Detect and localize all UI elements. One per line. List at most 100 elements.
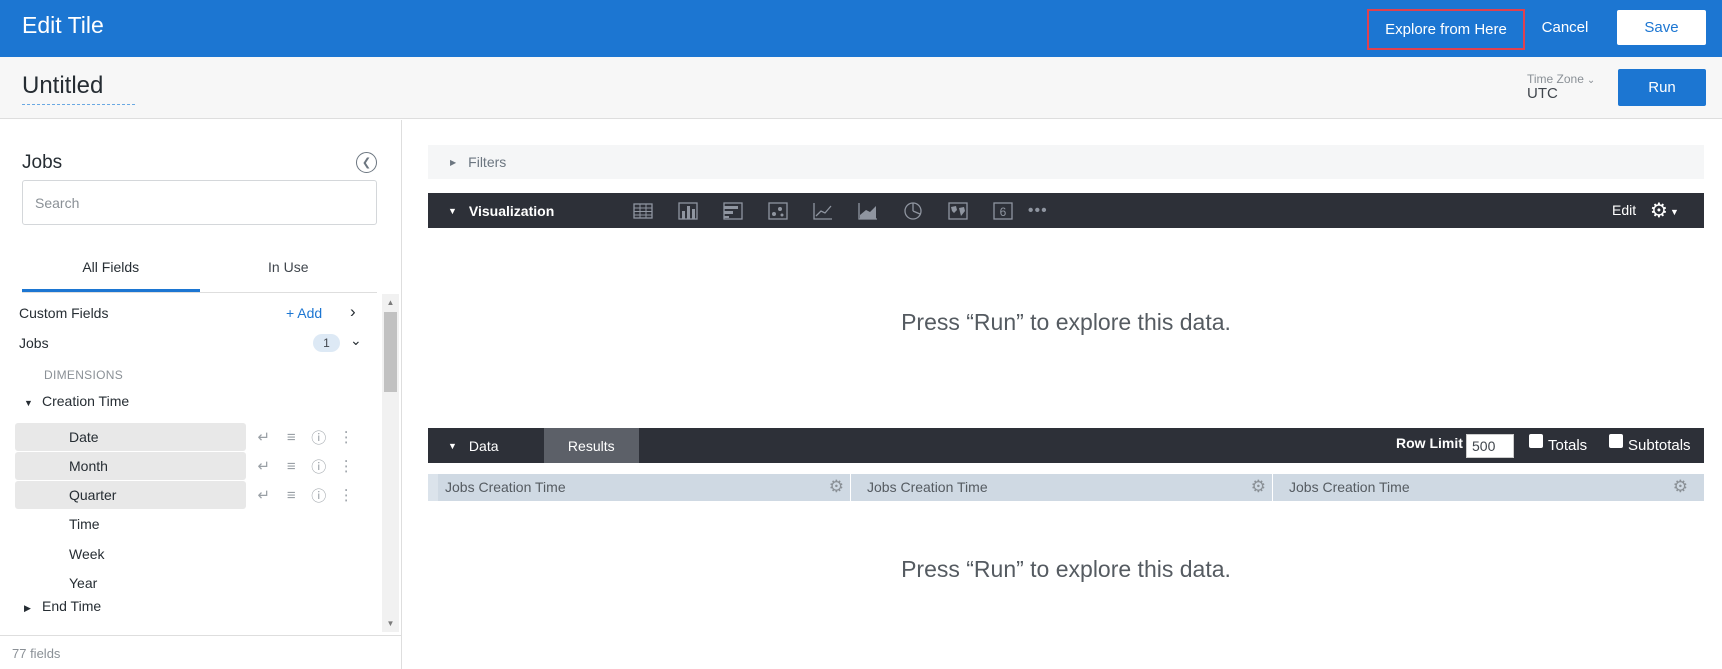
bar-chart-icon[interactable]	[711, 193, 756, 228]
gear-icon[interactable]: ⚙	[1251, 477, 1266, 497]
scroll-up-icon[interactable]: ▲	[382, 294, 399, 311]
page-title: Edit Tile	[22, 12, 104, 38]
caret-down-icon: ▼	[1669, 206, 1679, 217]
column-header-label: Jobs Creation Time	[1289, 479, 1410, 495]
scroll-down-icon[interactable]: ▼	[382, 615, 399, 632]
timezone-label: Time Zone	[1527, 72, 1584, 86]
field-actions: ↵ ≡ ⓘ ⋮	[250, 452, 360, 480]
timezone-dropdown[interactable]: Time Zone ⌄	[1527, 72, 1595, 86]
top-bar: Edit Tile Explore from Here Cancel Save	[0, 0, 1722, 57]
column-chart-icon[interactable]	[666, 193, 711, 228]
field-actions: ↵ ≡ ⓘ ⋮	[250, 423, 360, 451]
dimensions-heading: DIMENSIONS	[44, 368, 124, 382]
column-header[interactable]: Jobs Creation Time ⚙	[428, 474, 850, 501]
pivot-icon[interactable]: ↵	[250, 428, 278, 446]
subtotals-label[interactable]: Subtotals	[1628, 437, 1691, 454]
area-chart-icon[interactable]	[846, 193, 891, 228]
custom-fields-label[interactable]: Custom Fields	[19, 305, 382, 321]
results-empty-message: Press “Run” to explore this data.	[901, 556, 1231, 582]
field-quarter[interactable]: Quarter	[15, 481, 246, 509]
visualization-empty-message: Press “Run” to explore this data.	[901, 309, 1231, 335]
filters-label: Filters	[468, 154, 507, 170]
caret-right-icon: ▶	[450, 157, 457, 167]
map-icon[interactable]	[936, 193, 981, 228]
cancel-button[interactable]: Cancel	[1530, 9, 1600, 46]
tab-results[interactable]: Results	[543, 428, 639, 463]
scatter-icon[interactable]	[756, 193, 801, 228]
column-header-label: Jobs Creation Time	[867, 479, 988, 495]
pie-chart-icon[interactable]	[891, 193, 936, 228]
tab-all-fields[interactable]: All Fields	[22, 250, 200, 292]
explore-title: Jobs	[22, 152, 63, 173]
column-header[interactable]: Jobs Creation Time ⚙	[850, 474, 1272, 501]
field-date[interactable]: Date	[15, 423, 246, 451]
single-value-glyph: 6	[1000, 205, 1007, 219]
field-list-scrollbar[interactable]: ▲ ▼	[382, 294, 399, 632]
more-options-icon[interactable]: ⋮	[333, 486, 361, 504]
field-time[interactable]: Time	[15, 510, 246, 538]
pivot-icon[interactable]: ↵	[250, 457, 278, 475]
tab-in-use[interactable]: In Use	[200, 250, 378, 292]
pivot-icon[interactable]: ↵	[250, 486, 278, 504]
caret-right-icon: ▶	[24, 603, 31, 613]
field-tabs: All Fields In Use	[22, 250, 377, 293]
tab-data[interactable]: Data	[469, 428, 544, 463]
chevron-down-icon[interactable]: ⌄	[350, 332, 362, 349]
table-icon[interactable]	[621, 193, 666, 228]
results-table-header: Jobs Creation Time ⚙ Jobs Creation Time ⚙ …	[428, 474, 1704, 501]
group-label: Creation Time	[42, 393, 130, 409]
column-header-label: Jobs Creation Time	[445, 479, 566, 495]
field-picker-sidebar: Jobs ❮ All Fields In Use Custom Fields +…	[0, 120, 402, 669]
field-week[interactable]: Week	[15, 540, 246, 568]
scroll-thumb[interactable]	[384, 312, 397, 392]
field-list: Custom Fields + Add › Jobs 1 ⌄ DIMENSION…	[0, 294, 382, 632]
edit-visualization-button[interactable]: Edit	[1612, 202, 1636, 218]
run-button[interactable]: Run	[1618, 69, 1706, 106]
save-button[interactable]: Save	[1617, 10, 1706, 45]
more-options-icon[interactable]: ⋮	[333, 457, 361, 475]
row-limit-input[interactable]	[1466, 434, 1514, 458]
field-year[interactable]: Year	[15, 569, 246, 597]
field-search-input[interactable]	[22, 180, 377, 225]
more-visualizations-icon[interactable]: •••	[1028, 202, 1048, 220]
add-custom-field-link[interactable]: + Add	[286, 305, 322, 321]
visualization-bar: ▼ Visualization 6 ••• Edit ⚙ ▼	[428, 193, 1704, 228]
collapse-sidebar-icon[interactable]: ❮	[356, 152, 377, 173]
filter-icon[interactable]: ≡	[278, 458, 306, 475]
chevron-down-icon: ⌄	[1586, 75, 1596, 86]
explore-from-here-button[interactable]: Explore from Here	[1367, 9, 1525, 50]
chevron-right-icon[interactable]: ›	[350, 302, 356, 322]
tile-name-input[interactable]: Untitled	[22, 72, 135, 105]
caret-down-icon: ▼	[24, 398, 33, 408]
field-count: 77 fields	[0, 635, 401, 669]
in-use-count-badge: 1	[313, 334, 340, 352]
filters-section-toggle[interactable]: ▶ Filters	[428, 145, 1704, 179]
info-icon[interactable]: ⓘ	[305, 427, 333, 448]
column-header[interactable]: Jobs Creation Time ⚙	[1272, 474, 1694, 501]
caret-down-icon[interactable]: ▼	[448, 441, 457, 451]
line-chart-icon[interactable]	[801, 193, 846, 228]
data-bar: ▼ Data Results Row Limit Totals Subtotal…	[428, 428, 1704, 463]
info-icon[interactable]: ⓘ	[305, 456, 333, 477]
totals-label[interactable]: Totals	[1548, 437, 1587, 454]
group-label: End Time	[42, 598, 102, 614]
filter-icon[interactable]: ≡	[278, 487, 306, 504]
totals-checkbox[interactable]	[1529, 434, 1543, 448]
info-icon[interactable]: ⓘ	[305, 485, 333, 506]
single-value-icon[interactable]: 6	[981, 193, 1026, 228]
visualization-label[interactable]: Visualization	[469, 203, 621, 219]
gear-icon[interactable]: ⚙ ▼	[1650, 198, 1679, 223]
field-month[interactable]: Month	[15, 452, 246, 480]
dimension-group-creation-time[interactable]: ▼ Creation Time	[24, 393, 129, 409]
subtotals-checkbox[interactable]	[1609, 434, 1623, 448]
dimension-group-end-time[interactable]: ▶ End Time	[24, 598, 101, 614]
field-actions: ↵ ≡ ⓘ ⋮	[250, 481, 360, 509]
visualization-type-picker: 6 •••	[621, 193, 1048, 228]
gear-icon[interactable]: ⚙	[1673, 477, 1688, 497]
timezone-value[interactable]: UTC	[1527, 85, 1558, 102]
caret-down-icon[interactable]: ▼	[448, 206, 457, 216]
gear-icon[interactable]: ⚙	[829, 477, 844, 497]
more-options-icon[interactable]: ⋮	[333, 428, 361, 446]
row-limit-label: Row Limit	[1396, 435, 1463, 451]
filter-icon[interactable]: ≡	[278, 429, 306, 446]
